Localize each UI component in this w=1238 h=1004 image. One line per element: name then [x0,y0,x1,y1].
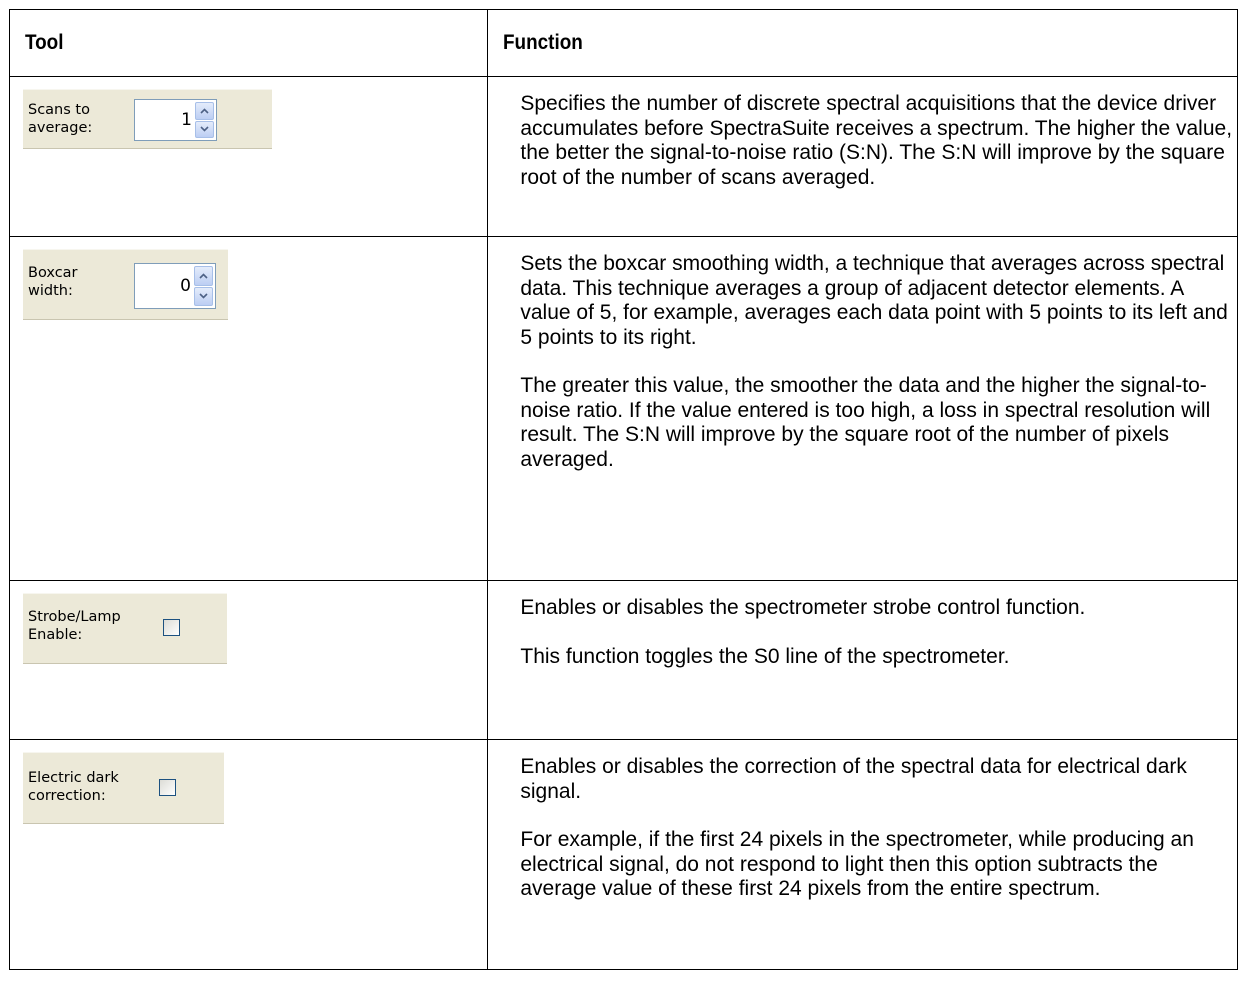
function-cell: Specifies the number of discrete spectra… [487,76,1238,237]
function-cell: Sets the boxcar smoothing width, a techn… [487,236,1238,581]
chevron-up-icon[interactable] [194,266,213,286]
strobe-lamp-enable-checkbox[interactable] [163,619,180,636]
tool-cell: Electric dark correction: [8,739,489,970]
table-row-strobe-lamp-enable: Strobe/Lamp Enable: Enables or disables … [8,580,1238,740]
header-tool: Tool [8,9,489,77]
function-description: Enables or disables the correction of th… [520,755,1187,803]
header-function: Function [487,9,1238,77]
table-header-row: Tool Function [8,9,1238,77]
strobe-lamp-enable-panel: Strobe/Lamp Enable: [23,593,227,664]
electric-dark-correction-label: Electric dark correction: [28,770,119,804]
electric-dark-correction-panel: Electric dark correction: [23,752,224,824]
table-row-electric-dark-correction: Electric dark correction: Enables or dis… [8,739,1238,970]
chevron-up-icon[interactable] [195,102,214,120]
table-row-scans-to-average: Scans to average: 1 Specifies the number… [8,76,1238,237]
function-description: Enables or disables the spectrometer str… [520,596,1086,619]
function-cell: Enables or disables the correction of th… [487,739,1238,970]
boxcar-width-panel: Boxcar width: 0 [23,249,228,320]
strobe-lamp-enable-label: Strobe/Lamp Enable: [28,609,121,643]
chevron-down-icon[interactable] [194,286,213,306]
boxcar-width-value[interactable]: 0 [180,276,191,296]
tool-cell: Boxcar width: 0 [8,236,489,581]
boxcar-width-spinner[interactable]: 0 [134,263,216,309]
function-description: The greater this value, the smoother the… [520,374,1211,471]
tool-cell: Strobe/Lamp Enable: [8,580,489,740]
tool-function-table: Tool Function Scans to average: 1 Specif… [8,9,1238,970]
electric-dark-correction-checkbox[interactable] [159,779,176,796]
scans-to-average-value[interactable]: 1 [181,110,192,130]
tool-cell: Scans to average: 1 [8,76,489,237]
function-description: Specifies the number of discrete spectra… [520,92,1233,189]
function-description: Sets the boxcar smoothing width, a techn… [520,252,1228,349]
scans-to-average-label: Scans to average: [28,102,93,136]
function-cell: Enables or disables the spectrometer str… [487,580,1238,740]
boxcar-width-label: Boxcar width: [28,265,78,299]
scans-to-average-panel: Scans to average: 1 [23,89,272,149]
chevron-down-icon[interactable] [195,120,214,138]
scans-to-average-spinner[interactable]: 1 [134,99,217,141]
function-description: For example, if the first 24 pixels in t… [520,828,1194,900]
function-description: This function toggles the S0 line of the… [520,644,1010,668]
table-row-boxcar-width: Boxcar width: 0 Sets the boxcar smoothin… [8,236,1238,581]
